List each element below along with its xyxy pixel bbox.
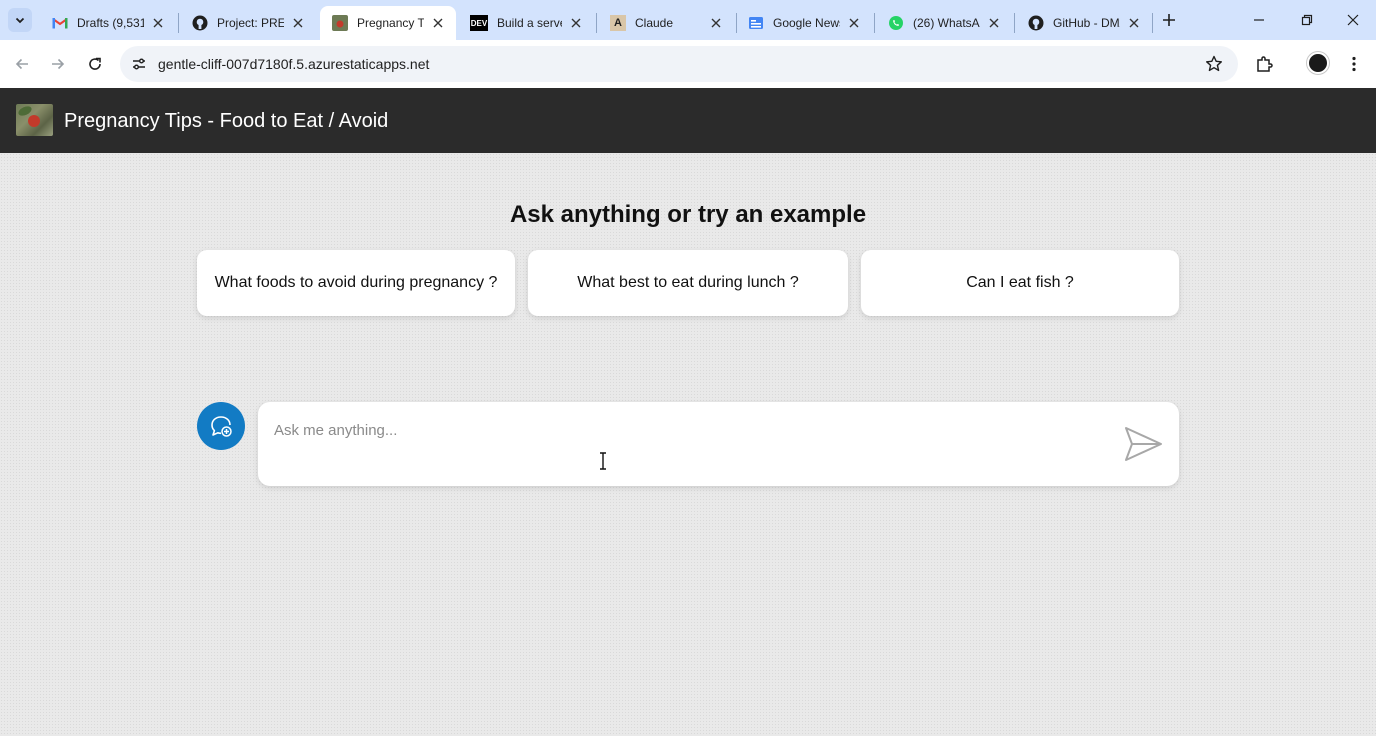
tab-gmail[interactable]: Drafts (9,531) [40,6,176,40]
send-button[interactable] [1121,422,1165,466]
close-icon [1347,14,1359,26]
tab-divider [1014,13,1015,33]
tab-whatsapp[interactable]: (26) WhatsApp [876,6,1012,40]
tab-title: Build a serverless [497,16,562,30]
text-cursor-icon [600,452,606,470]
page-heading: Ask anything or try an example [509,201,867,228]
chat-main: Ask anything or try an example What food… [0,153,1376,736]
reload-icon [89,57,101,70]
whatsapp-icon [888,15,904,31]
site-info-icon[interactable] [130,55,148,73]
url-text[interactable]: gentle-cliff-007d7180f.5.azurestaticapps… [158,56,429,72]
tab-title: GitHub - DMAs [1053,16,1120,30]
gmail-icon [52,15,68,31]
tab-title: Pregnancy Tips [357,16,424,30]
tab-pregnancy-tips[interactable]: Pregnancy Tips [320,6,456,40]
arrow-left-icon [15,58,28,70]
back-button[interactable] [10,52,34,76]
tab-google-news[interactable]: Google News [736,6,872,40]
app-header: Pregnancy Tips - Food to Eat / Avoid [0,88,1376,153]
anthropic-icon: A [610,15,626,31]
tab-github-dmas[interactable]: GitHub - DMAs [1016,6,1152,40]
chat-input-card [258,402,1179,486]
dev-icon: DEV [470,15,488,31]
example-question-button[interactable]: What foods to avoid during pregnancy ? [197,250,515,316]
address-bar[interactable]: gentle-cliff-007d7180f.5.azurestaticapps… [120,46,1238,82]
tab-title: Drafts (9,531) [77,16,144,30]
puzzle-icon [1257,56,1273,72]
chat-input[interactable] [274,422,1094,472]
extensions-button[interactable] [1252,52,1276,76]
close-icon[interactable] [568,15,584,31]
tab-github-project[interactable]: Project: PREGNANCY [180,6,316,40]
close-icon[interactable] [846,15,862,31]
minimize-icon [1254,19,1264,21]
more-vert-icon [1352,56,1356,72]
close-icon[interactable] [708,15,724,31]
example-question-label: What best to eat during lunch ? [577,274,799,291]
tab-title: Project: PREGNANCY [217,16,284,30]
tab-dev-to[interactable]: DEV Build a serverless [458,6,594,40]
tab-divider [874,13,875,33]
app-logo [16,104,53,136]
reload-button[interactable] [83,52,107,76]
browser-toolbar: gentle-cliff-007d7180f.5.azurestaticapps… [0,40,1376,88]
close-icon[interactable] [430,15,446,31]
close-icon[interactable] [290,15,306,31]
close-icon[interactable] [986,15,1002,31]
tab-search-button[interactable] [8,8,32,32]
profile-avatar[interactable] [1307,52,1329,74]
example-question-button[interactable]: Can I eat fish ? [861,250,1179,316]
google-news-icon [748,15,764,31]
close-icon[interactable] [150,15,166,31]
example-question-label: Can I eat fish ? [966,274,1074,291]
close-icon[interactable] [1126,15,1142,31]
tab-title: Claude [635,16,674,30]
chat-add-icon [211,416,232,437]
arrow-right-icon [52,58,65,70]
browser-menu-button[interactable] [1342,52,1366,76]
restore-icon [1301,14,1313,26]
github-icon [192,15,208,31]
forward-button[interactable] [46,52,70,76]
tab-divider [1152,13,1153,33]
minimize-button[interactable] [1236,0,1282,40]
example-question-button[interactable]: What best to eat during lunch ? [528,250,848,316]
tab-divider [596,13,597,33]
new-chat-button[interactable] [197,402,245,450]
plus-icon [1163,14,1175,26]
tab-claude[interactable]: A Claude [598,6,734,40]
tab-title: (26) WhatsApp [913,16,980,30]
site-favicon-icon [332,15,348,31]
bookmark-star-icon[interactable] [1204,54,1224,74]
send-icon [1125,427,1162,461]
new-tab-button[interactable] [1158,9,1180,31]
app-title: Pregnancy Tips - Food to Eat / Avoid [64,110,389,132]
tab-divider [178,13,179,33]
tab-title: Google News [773,16,840,30]
close-window-button[interactable] [1330,0,1376,40]
github-icon [1028,15,1044,31]
browser-tabstrip: Drafts (9,531) Project: PREGNANCY Pregna… [0,0,1376,40]
restore-button[interactable] [1284,0,1330,40]
chevron-down-icon [15,17,25,24]
example-question-label: What foods to avoid during pregnancy ? [214,274,498,291]
